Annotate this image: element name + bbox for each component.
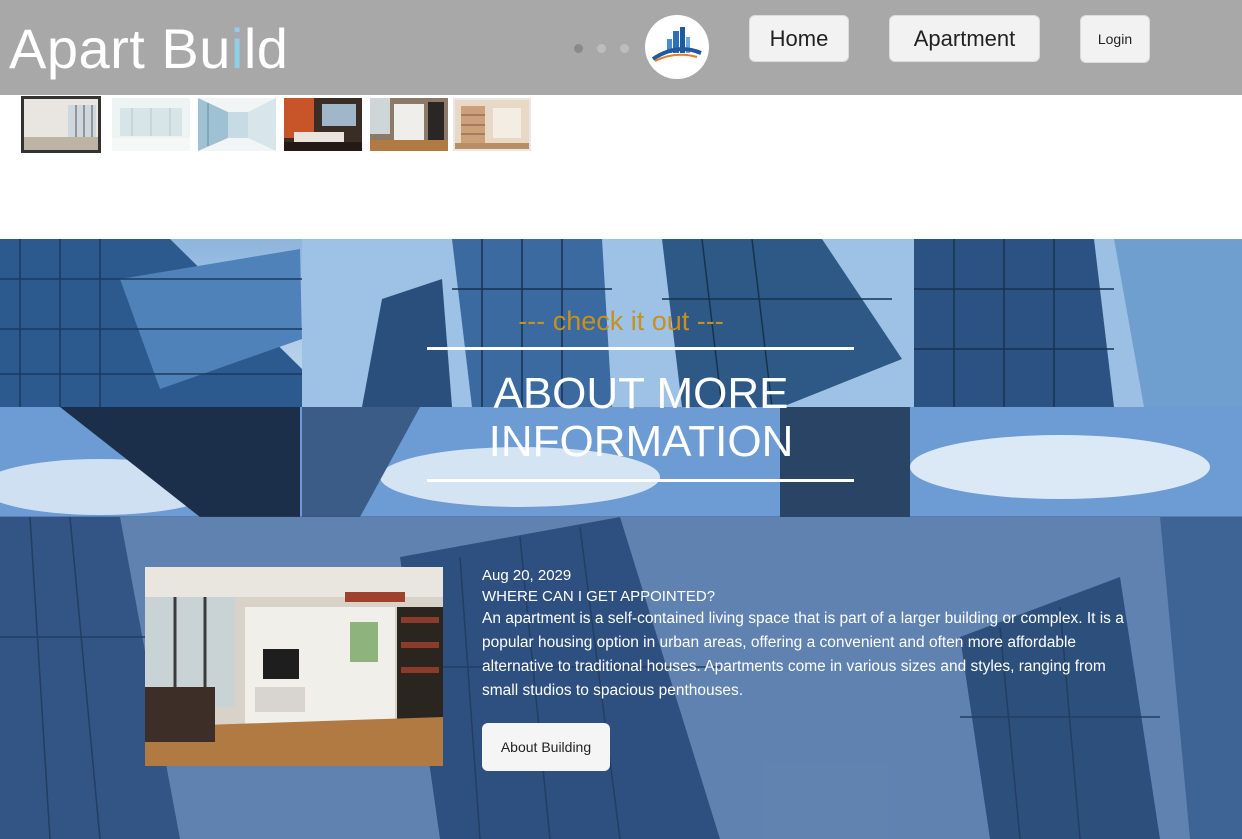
section-subtitle: --- check it out --- — [518, 306, 724, 336]
thumbnail-empty-room[interactable] — [21, 96, 101, 153]
section-title: ABOUT MORE INFORMATION — [0, 370, 1242, 466]
section-title-line2: INFORMATION — [488, 417, 794, 466]
carousel-dot[interactable] — [597, 44, 606, 53]
carousel-dot[interactable] — [620, 44, 629, 53]
thumbnail-white-office[interactable] — [112, 98, 190, 151]
thumbnail-orange-living-room[interactable] — [284, 98, 362, 151]
site-brand[interactable]: Apart Build — [9, 16, 288, 81]
section-title-line1: ABOUT MORE — [493, 369, 789, 418]
title-divider-top — [427, 347, 854, 350]
post-heading: WHERE CAN I GET APPOINTED? — [482, 588, 716, 605]
building-logo-icon[interactable] — [645, 15, 709, 79]
title-divider-bottom — [427, 479, 854, 482]
brand-accent: i — [230, 17, 244, 80]
post-body: An apartment is a self-contained living … — [482, 610, 1124, 699]
about-building-button[interactable]: About Building — [482, 723, 610, 771]
thumbnail-glass-corridor[interactable] — [198, 98, 276, 151]
nav-home-button[interactable]: Home — [749, 15, 849, 62]
apartment-photo — [145, 567, 443, 766]
nav-apartment-button[interactable]: Apartment — [889, 15, 1040, 62]
post-date: Aug 20, 2029 — [482, 567, 572, 584]
brand-suffix: ld — [243, 17, 289, 80]
thumbnail-loft-shelves[interactable] — [453, 98, 531, 151]
about-section: --- check it out --- ABOUT MORE INFORMAT… — [0, 239, 1242, 839]
carousel-dot[interactable] — [574, 44, 583, 53]
login-button[interactable]: Login — [1080, 15, 1150, 63]
site-header: Apart Build Home Apartment Login — [0, 0, 1242, 95]
post-content: Aug 20, 2029 WHERE CAN I GET APPOINTED? … — [482, 567, 1142, 703]
carousel-dots — [574, 44, 629, 53]
brand-prefix: Apart Bu — [9, 17, 231, 80]
thumbnail-studio-interior[interactable] — [370, 98, 448, 151]
